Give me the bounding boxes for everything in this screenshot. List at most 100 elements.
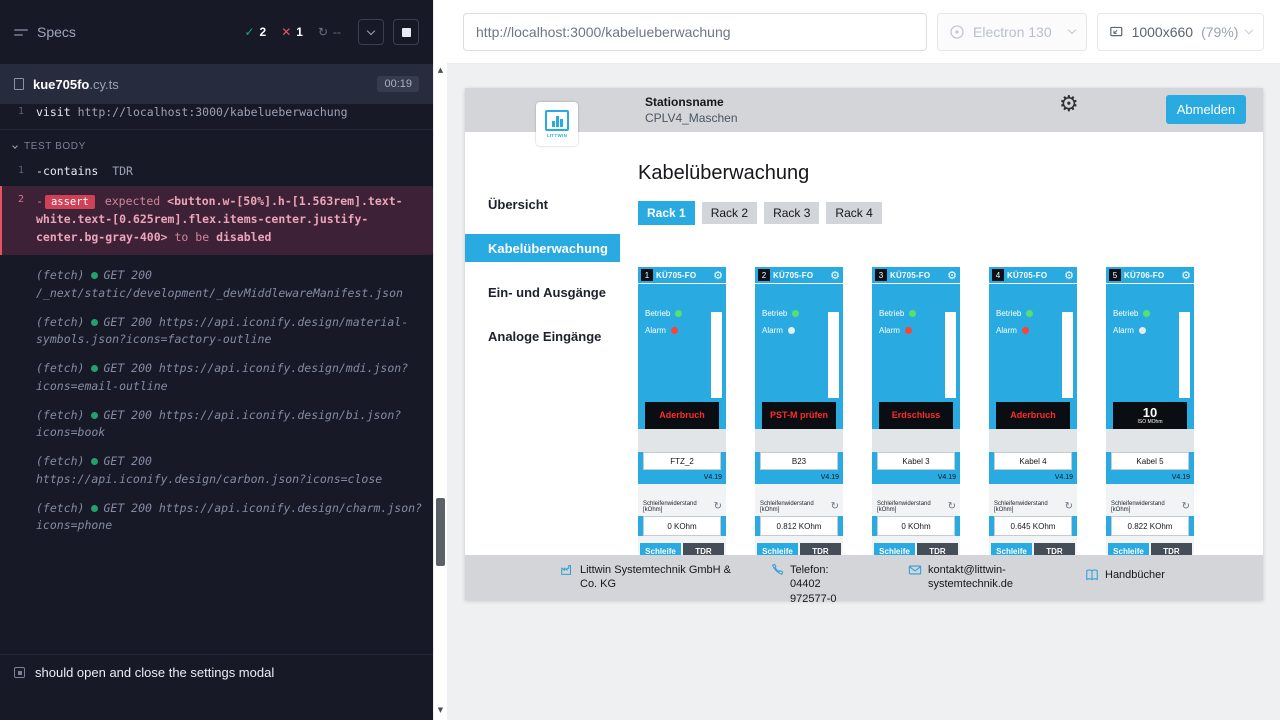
pending-stat[interactable]: ↻-- [318, 25, 341, 39]
alarm-led-icon [1139, 327, 1146, 334]
fetch-url: https://api.iconify.design/carbon.json?i… [36, 472, 382, 486]
tdr-button[interactable]: TDR [1034, 543, 1075, 555]
company-name: Littwin Systemtechnik GmbH & Co. KG [580, 563, 750, 592]
status-text: Aderbruch [657, 411, 707, 421]
xhr-status-dot-icon [91, 412, 98, 419]
settings-gear-icon[interactable]: ⚙ [1059, 94, 1079, 116]
tdr-button[interactable]: TDR [800, 543, 841, 555]
schleife-button[interactable]: Schleife [1108, 543, 1149, 555]
sidebar-item[interactable]: Übersicht [465, 190, 620, 218]
app-header: LITTWIN Stationsname CPLV4_Maschen ⚙ Abm… [465, 88, 1263, 132]
rack-tab[interactable]: Rack 3 [764, 202, 819, 224]
stop-run-button[interactable] [393, 19, 419, 45]
card-white-strip [945, 312, 956, 398]
device-model: KÜ705-FO [1007, 271, 1061, 280]
firmware-version: V4.19 [704, 474, 722, 481]
measure-label: Schleifenwiderstand [kOhm] [643, 501, 714, 513]
device-settings-gear-icon[interactable]: ⚙ [1181, 270, 1191, 281]
betrieb-led-icon [675, 310, 682, 317]
scrollbar-thumb[interactable] [436, 498, 445, 566]
fetch-type: (fetch) [36, 408, 84, 422]
fetch-log-row[interactable]: (fetch)GET 200 https://api.iconify.desig… [0, 401, 433, 448]
schleife-button[interactable]: Schleife [757, 543, 798, 555]
sidebar-item-label: Übersicht [488, 197, 548, 212]
card-white-strip [1179, 312, 1190, 398]
device-settings-gear-icon[interactable]: ⚙ [947, 270, 957, 281]
sidebar-item[interactable]: Ein- und Ausgänge [465, 278, 620, 306]
refresh-icon[interactable]: ↻ [1065, 502, 1073, 512]
manuals-link[interactable]: Handbücher [1085, 568, 1165, 582]
littwin-logo: LITTWIN [536, 102, 578, 146]
card-status-area: Betrieb Alarm PST-M prüfen [755, 309, 843, 429]
fetch-type: (fetch) [36, 361, 84, 375]
device-card: 5 KÜ706-FO ⚙ Betrieb Alarm [1106, 267, 1194, 555]
fetch-type: (fetch) [36, 454, 84, 468]
phone-icon [770, 563, 784, 577]
passed-stat[interactable]: ✓2 [244, 25, 266, 39]
scroll-down-arrow-icon[interactable]: ▼ [434, 706, 447, 714]
station-info: Stationsname CPLV4_Maschen [645, 95, 738, 125]
status-display: Aderbruch [996, 402, 1070, 429]
viewport-selector[interactable]: 1000x660 (79%) [1097, 13, 1264, 51]
device-settings-gear-icon[interactable]: ⚙ [830, 270, 840, 281]
chevron-down-icon [1068, 26, 1076, 34]
logout-button[interactable]: Abmelden [1166, 95, 1246, 124]
command-name: -contains [36, 164, 98, 178]
command-number: 2 [2, 193, 36, 246]
device-cards: 1 KÜ705-FO ⚙ Betrieb Alarm [638, 267, 1263, 555]
refresh-icon[interactable]: ↻ [714, 502, 722, 512]
card-header: 5 KÜ706-FO ⚙ [1106, 267, 1194, 284]
refresh-icon[interactable]: ↻ [831, 502, 839, 512]
rack-tab[interactable]: Rack 1 [638, 201, 695, 225]
rack-tab[interactable]: Rack 2 [702, 202, 757, 224]
tdr-button[interactable]: TDR [917, 543, 958, 555]
browser-selector[interactable]: Electron 130 [937, 13, 1087, 51]
measurement-value: 0 KOhm [877, 516, 955, 536]
spec-file-row[interactable]: kue705fo.cy.ts 00:19 [0, 64, 433, 104]
collapsed-test-row[interactable]: should open and close the settings modal [0, 654, 433, 690]
device-settings-gear-icon[interactable]: ⚙ [1064, 270, 1074, 281]
fetch-type: (fetch) [36, 501, 84, 515]
refresh-icon[interactable]: ↻ [1182, 502, 1190, 512]
tdr-button[interactable]: TDR [683, 543, 724, 555]
betrieb-label: Betrieb [879, 309, 904, 318]
failed-assert-command[interactable]: 2 -assert expected <button.w-[50%].h-[1.… [0, 186, 433, 255]
fetch-log-row[interactable]: (fetch)GET 200 https://api.iconify.desig… [0, 494, 433, 541]
xhr-status-dot-icon [91, 319, 98, 326]
section-label: TEST BODY [24, 141, 86, 152]
fetch-log-row[interactable]: (fetch)GET 200 https://api.iconify.desig… [0, 354, 433, 401]
failed-stat[interactable]: ✕1 [281, 25, 303, 39]
email-icon [908, 563, 922, 577]
device-settings-gear-icon[interactable]: ⚙ [713, 270, 723, 281]
reporter-scrollbar[interactable]: ▲ ▼ [433, 0, 447, 720]
contains-command-row[interactable]: 1 -contains TDR [0, 160, 433, 182]
firmware-version: V4.19 [938, 474, 956, 481]
fetch-log-row[interactable]: (fetch)GET 200 https://api.iconify.desig… [0, 447, 433, 494]
visit-command-row[interactable]: 1 visit http://localhost:3000/kabelueber… [0, 101, 433, 130]
station-label: Stationsname [645, 95, 738, 109]
sidebar-item[interactable]: Analoge Eingänge [465, 322, 620, 350]
betrieb-led-icon [1026, 310, 1033, 317]
fetch-log-row[interactable]: (fetch)GET 200 https://api.iconify.desig… [0, 308, 433, 355]
device-number: 4 [992, 269, 1004, 281]
card-status-area: Betrieb Alarm Aderbruch [989, 309, 1077, 429]
cable-name: FTZ_2 [643, 452, 721, 470]
schleife-button[interactable]: Schleife [640, 543, 681, 555]
fetch-log-row[interactable]: (fetch)GET 200 /_next/static/development… [0, 261, 433, 308]
schleife-button[interactable]: Schleife [874, 543, 915, 555]
refresh-icon[interactable]: ↻ [948, 502, 956, 512]
specs-menu-button[interactable]: Specs [14, 24, 76, 40]
sidebar-item[interactable]: Kabelüberwachung [465, 234, 620, 262]
tdr-button[interactable]: TDR [1151, 543, 1192, 555]
page-title: Kabelüberwachung [638, 162, 1263, 185]
rack-tab[interactable]: Rack 4 [826, 202, 881, 224]
command-log: 1 visit http://localhost:3000/kabelueber… [0, 101, 433, 540]
measurement-value: 0.645 KOhm [994, 516, 1072, 536]
schleife-button[interactable]: Schleife [991, 543, 1032, 555]
scroll-up-arrow-icon[interactable]: ▲ [434, 66, 447, 74]
url-input[interactable] [463, 13, 927, 51]
test-body-section-header[interactable]: TEST BODY [0, 130, 433, 160]
collapse-all-button[interactable] [358, 19, 384, 45]
fetch-method-status: GET 200 [103, 268, 151, 282]
alarm-led-icon [671, 327, 678, 334]
